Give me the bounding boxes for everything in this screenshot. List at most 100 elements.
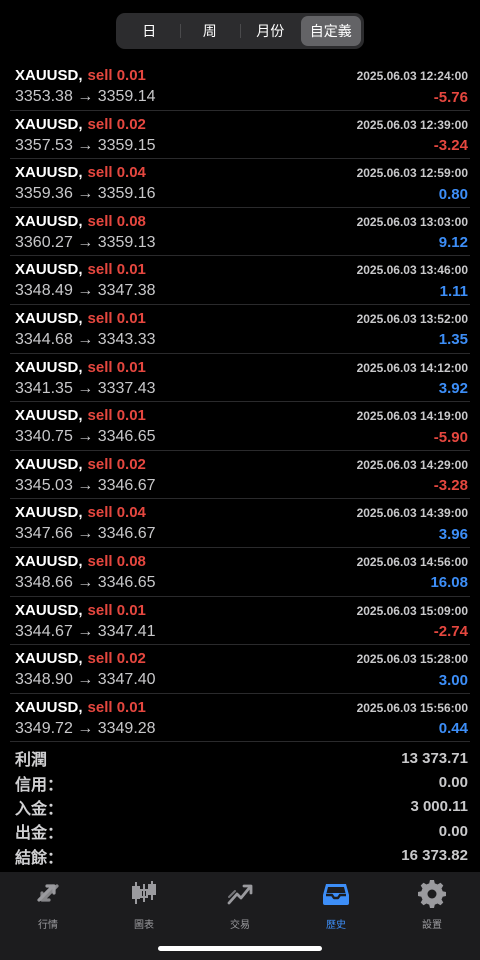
tab-quotes-label: 行情	[38, 920, 58, 931]
trade-row[interactable]: XAUUSD, sell 0.02 2025.06.03 14:29:00 3345.…	[10, 451, 470, 500]
trade-symbol: XAUUSD,	[15, 261, 83, 279]
tab-month[interactable]: 月份	[240, 16, 301, 46]
trade-close-time: 2025.06.03 14:12:00	[356, 360, 468, 375]
trade-side-volume: sell 0.02	[87, 115, 146, 133]
trade-row-details: 3341.35 → 3337.43 3.92	[15, 378, 468, 400]
trade-instrument: XAUUSD, sell 0.04	[15, 504, 146, 522]
trade-profit: 1.11	[439, 282, 468, 300]
trade-symbol: XAUUSD,	[15, 212, 83, 230]
trade-prices: 3353.38 → 3359.14	[15, 88, 156, 105]
trade-side-volume: sell 0.01	[87, 309, 146, 327]
trade-row[interactable]: XAUUSD, sell 0.01 2025.06.03 14:12:00 3341.…	[10, 354, 470, 403]
trade-side-volume: sell 0.01	[87, 261, 146, 279]
trade-prices: 3357.53 → 3359.15	[15, 136, 156, 154]
gear-icon	[417, 878, 447, 913]
trade-side-volume: sell 0.02	[87, 455, 146, 473]
trade-row-header: XAUUSD, sell 0.02 2025.06.03 15:28:00	[15, 649, 468, 669]
trade-symbol: XAUUSD,	[15, 358, 83, 376]
trade-row[interactable]: XAUUSD, sell 0.08 2025.06.03 13:03:00 3360.…	[10, 208, 470, 257]
trade-row-details: 3344.68 → 3343.33 1.35	[15, 329, 468, 351]
tab-quotes[interactable]: 行情	[0, 872, 96, 960]
trade-row[interactable]: XAUUSD, sell 0.01 2025.06.03 14:19:00 3340.…	[10, 402, 470, 451]
trade-side-volume: sell 0.04	[87, 504, 146, 522]
trade-row[interactable]: XAUUSD, sell 0.02 2025.06.03 12:39:00 3357.…	[10, 111, 470, 160]
trade-row-header: XAUUSD, sell 0.04 2025.06.03 12:59:00	[15, 163, 468, 183]
summary-deposit-row: 入金： 3 000.11	[10, 795, 470, 819]
trade-symbol: XAUUSD,	[15, 115, 83, 133]
trade-row[interactable]: XAUUSD, sell 0.04 2025.06.03 12:59:00 3359.…	[10, 159, 470, 208]
trade-row[interactable]: XAUUSD, sell 0.02 2025.06.03 15:28:00 3348.…	[10, 645, 470, 694]
trade-history-list: XAUUSD, sell 0.01 2025.06.03 12:24:00 3353.…	[10, 62, 470, 743]
trade-profit: 0.44	[438, 720, 468, 738]
trade-close-time: 2025.06.03 15:56:00	[356, 700, 468, 715]
trade-symbol: XAUUSD,	[15, 650, 83, 668]
trade-instrument: XAUUSD, sell 0.01	[15, 261, 146, 279]
trade-prices: 3359.36 → 3359.16	[15, 185, 156, 203]
trade-close-time: 2025.06.03 14:56:00	[356, 554, 468, 569]
trade-prices: 3349.72 → 3349.28	[15, 719, 156, 737]
summary-balance-row: 結餘： 16 373.82	[10, 844, 470, 868]
trade-side-volume: sell 0.01	[87, 601, 146, 619]
trade-row-header: XAUUSD, sell 0.01 2025.06.03 13:52:00	[15, 309, 468, 329]
trade-prices: 3344.68 → 3343.33	[15, 330, 156, 348]
trade-row-details: 3349.72 → 3349.28 0.44	[15, 718, 468, 740]
trade-row-details: 3357.53 → 3359.15 -3.24	[15, 135, 468, 157]
trade-row[interactable]: XAUUSD, sell 0.08 2025.06.03 14:56:00 3348.…	[10, 548, 470, 597]
trade-prices: 3348.49 → 3347.38	[15, 282, 156, 300]
trade-symbol: XAUUSD,	[15, 601, 83, 619]
trade-close-time: 2025.06.03 12:59:00	[356, 166, 468, 181]
trade-profit: 9.12	[438, 234, 468, 252]
trade-symbol: XAUUSD,	[15, 698, 83, 716]
trade-symbol: XAUUSD,	[15, 67, 83, 84]
trade-side-volume: sell 0.01	[87, 67, 146, 84]
trade-profit: -3.28	[433, 477, 468, 495]
trade-profit: 3.96	[438, 525, 468, 543]
trade-row-header: XAUUSD, sell 0.02 2025.06.03 12:39:00	[15, 115, 468, 135]
trade-prices: 3360.27 → 3359.13	[15, 233, 156, 251]
trade-instrument: XAUUSD, sell 0.01	[15, 359, 146, 377]
summary-withdrawal-value: 0.00	[438, 822, 468, 840]
trade-row[interactable]: XAUUSD, sell 0.01 2025.06.03 12:24:00 3353.…	[10, 62, 470, 111]
trade-prices: 3341.35 → 3337.43	[15, 379, 156, 397]
trade-row-header: XAUUSD, sell 0.02 2025.06.03 14:29:00	[15, 455, 468, 475]
summary-deposit-label: 入金：	[15, 800, 64, 818]
trade-profit: -5.90	[433, 428, 468, 446]
home-indicator	[158, 946, 322, 951]
tab-custom[interactable]: 自定義	[300, 16, 361, 46]
trade-row-details: 3348.66 → 3346.65 16.08	[15, 572, 468, 594]
trade-profit: 0.80	[438, 185, 468, 203]
trade-row-header: XAUUSD, sell 0.01 2025.06.03 15:09:00	[15, 601, 468, 621]
trade-prices: 3344.67 → 3347.41	[15, 622, 156, 640]
trade-row[interactable]: XAUUSD, sell 0.01 2025.06.03 13:52:00 3344.…	[10, 305, 470, 354]
tab-trade-label: 交易	[230, 920, 250, 931]
trade-row[interactable]: XAUUSD, sell 0.01 2025.06.03 15:56:00 3349.…	[10, 694, 470, 743]
trade-side-volume: sell 0.04	[87, 164, 146, 182]
trade-row-details: 3360.27 → 3359.13 9.12	[15, 232, 468, 254]
trade-profit: -3.24	[433, 137, 468, 155]
trade-close-time: 2025.06.03 15:09:00	[356, 603, 468, 618]
trade-instrument: XAUUSD, sell 0.02	[15, 650, 146, 668]
trade-symbol: XAUUSD,	[15, 407, 83, 425]
tab-settings[interactable]: 設置	[384, 872, 480, 960]
trade-row[interactable]: XAUUSD, sell 0.04 2025.06.03 14:39:00 3347.…	[10, 499, 470, 548]
trade-close-time: 2025.06.03 12:24:00	[356, 69, 468, 83]
trade-prices: 3347.66 → 3346.67	[15, 525, 156, 543]
summary-balance-label: 結餘：	[15, 849, 64, 867]
trade-instrument: XAUUSD, sell 0.04	[15, 164, 146, 182]
trade-profit: 3.92	[438, 380, 468, 398]
summary-withdrawal-label: 出金：	[15, 825, 64, 843]
trade-row-header: XAUUSD, sell 0.01 2025.06.03 14:19:00	[15, 406, 468, 426]
trade-instrument: XAUUSD, sell 0.01	[15, 310, 146, 328]
quotes-arrows-icon	[33, 878, 63, 913]
summary-credit-label: 信用：	[15, 776, 64, 794]
trade-row-header: XAUUSD, sell 0.08 2025.06.03 14:56:00	[15, 552, 468, 572]
trade-row-details: 3347.66 → 3346.67 3.96	[15, 523, 468, 545]
tab-week[interactable]: 周	[179, 16, 241, 46]
trade-row[interactable]: XAUUSD, sell 0.01 2025.06.03 13:46:00 3348.…	[10, 256, 470, 305]
account-summary: 利潤 13 373.71 信用： 0.00 入金： 3 000.11 出金： 0.00 結餘： 1…	[10, 746, 470, 868]
trade-row[interactable]: XAUUSD, sell 0.01 2025.06.03 15:09:00 3344.…	[10, 597, 470, 646]
trade-side-volume: sell 0.01	[87, 407, 146, 425]
trade-trend-icon	[225, 878, 255, 913]
tab-day[interactable]: 日	[119, 16, 180, 46]
trade-side-volume: sell 0.01	[87, 358, 146, 376]
